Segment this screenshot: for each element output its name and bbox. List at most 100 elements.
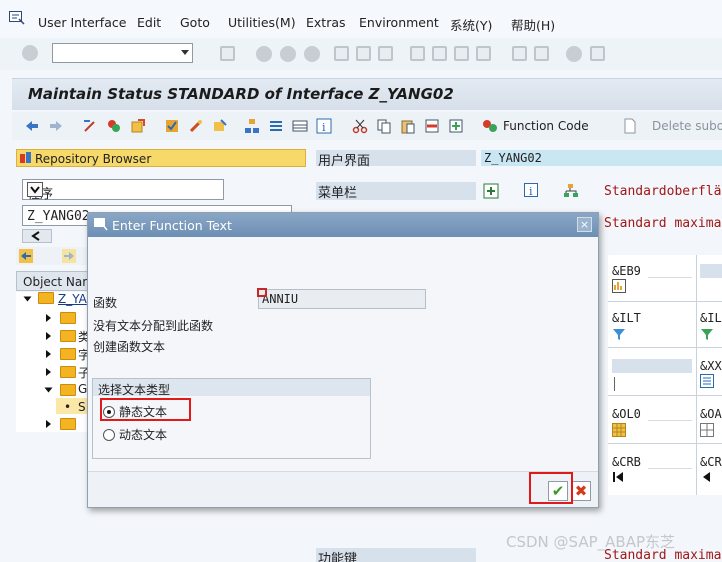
function-code-cell[interactable]: &ILT xyxy=(612,311,641,325)
prev-page-icon[interactable] xyxy=(432,46,447,61)
info-icon[interactable]: i xyxy=(524,183,538,197)
function-code-button[interactable]: Function Code xyxy=(503,119,589,133)
tree-forward-icon[interactable] xyxy=(62,249,76,263)
activate-icon[interactable] xyxy=(188,118,204,134)
dynamic-text-radio[interactable] xyxy=(103,429,115,441)
menu-goto[interactable]: Goto xyxy=(180,15,210,30)
watermark: CSDN @SAP_ABAP东芝 xyxy=(506,533,675,551)
tree-root-node[interactable]: Z_YA xyxy=(58,292,87,306)
insert-line-icon[interactable] xyxy=(448,118,464,134)
tree-collapse-icon[interactable] xyxy=(46,420,51,428)
stack-icon[interactable] xyxy=(268,118,284,134)
info-icon[interactable]: i xyxy=(316,118,332,134)
text-type-group-title: 选择文本类型 xyxy=(98,383,171,397)
find-next-icon[interactable] xyxy=(378,46,393,61)
tree-item[interactable]: S xyxy=(78,400,86,414)
copy-icon[interactable] xyxy=(376,118,392,134)
prev-icon xyxy=(703,472,710,482)
tree-collapse-icon[interactable] xyxy=(46,350,51,358)
folder-icon xyxy=(38,292,54,304)
menu-help[interactable]: 帮助(H) xyxy=(511,15,555,34)
function-code-cell[interactable]: &OA xyxy=(700,407,722,421)
cancel-icon[interactable] xyxy=(304,46,320,62)
function-code-cell[interactable]: &EB9 xyxy=(612,264,641,278)
test-icon[interactable] xyxy=(212,118,228,134)
tree-collapse-icon[interactable] xyxy=(46,314,51,322)
last-page-icon[interactable] xyxy=(476,46,491,61)
menu-utilities[interactable]: Utilities(M) xyxy=(228,15,296,30)
highlight-box xyxy=(100,398,191,421)
tree-collapse-icon[interactable] xyxy=(46,332,51,340)
first-icon xyxy=(613,472,623,482)
dynamic-text-label[interactable]: 动态文本 xyxy=(119,426,167,443)
menu-user-interface[interactable]: User Interface xyxy=(38,15,126,30)
cancel-button[interactable]: ✖ xyxy=(571,481,591,501)
user-interface-label: 用户界面 xyxy=(316,150,476,169)
function-text-cell[interactable] xyxy=(648,455,692,469)
folder-icon xyxy=(60,418,76,430)
check-icon[interactable] xyxy=(164,118,180,134)
object-type-select[interactable]: 程序 xyxy=(22,179,224,202)
new-session-icon[interactable] xyxy=(512,46,527,61)
find-icon[interactable] xyxy=(356,46,371,61)
dialog-footer xyxy=(88,471,598,507)
menu-system[interactable]: 系统(Y) xyxy=(450,15,492,34)
enter-icon[interactable] xyxy=(22,45,38,61)
first-page-icon[interactable] xyxy=(410,46,425,61)
function-code-cell[interactable]: &IL xyxy=(700,311,722,325)
shortcut-icon[interactable] xyxy=(534,46,549,61)
delete-line-icon[interactable] xyxy=(424,118,440,134)
function-code-cell[interactable]: &OL0 xyxy=(612,407,641,421)
delete-subobject-button[interactable]: Delete subob xyxy=(652,119,722,133)
active-inactive-icon[interactable] xyxy=(106,118,122,134)
tree-back-icon[interactable] xyxy=(19,249,33,263)
table-icon[interactable] xyxy=(292,118,308,134)
function-code-cell[interactable]: &CRB xyxy=(612,455,641,469)
close-icon[interactable]: × xyxy=(577,217,592,232)
title-bar: Maintain Status STANDARD of Interface Z_… xyxy=(12,78,722,110)
chevron-down-icon[interactable] xyxy=(181,50,189,55)
print-icon[interactable] xyxy=(334,46,349,61)
save-icon[interactable] xyxy=(220,46,235,61)
cut-icon[interactable] xyxy=(352,118,368,134)
menu-extras[interactable]: Extras xyxy=(306,15,346,30)
help-icon[interactable] xyxy=(566,46,582,62)
paste-icon[interactable] xyxy=(400,118,416,134)
other-object-icon[interactable] xyxy=(130,118,146,134)
object-name-value: Z_YANG02 xyxy=(27,209,90,224)
standard-toolbar xyxy=(0,38,722,70)
function-key-grid: &EB9 &ILT &IL &XX &OL0 &OA &CRB &CR xyxy=(608,255,722,495)
hierarchy-icon[interactable] xyxy=(563,183,579,199)
dialog-title-bar[interactable]: Enter Function Text × xyxy=(88,213,598,237)
function-code-icon[interactable] xyxy=(482,118,498,134)
arrow-right-icon[interactable] xyxy=(48,118,64,134)
tree-expand-icon[interactable] xyxy=(23,296,32,302)
standard-text: Standard maxima xyxy=(604,216,722,231)
sap-menu-icon[interactable] xyxy=(9,11,25,25)
next-page-icon[interactable] xyxy=(454,46,469,61)
display-change-icon[interactable] xyxy=(82,118,98,134)
function-code-input[interactable]: ANNIU xyxy=(257,288,426,309)
function-text-cell[interactable] xyxy=(648,407,692,421)
arrow-left-icon[interactable] xyxy=(24,118,40,134)
back-icon[interactable] xyxy=(256,46,272,62)
exit-icon[interactable] xyxy=(280,46,296,62)
function-code-cell[interactable]: &CR xyxy=(700,455,722,469)
tree-item[interactable]: G xyxy=(78,382,87,396)
menu-edit[interactable]: Edit xyxy=(137,15,161,30)
hierarchy-icon[interactable] xyxy=(244,118,260,134)
tree-collapse-icon[interactable] xyxy=(46,368,51,376)
chevron-down-icon[interactable] xyxy=(27,182,43,197)
repository-browser-button[interactable]: Repository Browser xyxy=(16,149,306,167)
layout-icon[interactable] xyxy=(590,46,605,61)
document-icon[interactable] xyxy=(622,118,638,134)
menu-environment[interactable]: Environment xyxy=(359,15,439,30)
tree-expand-icon[interactable] xyxy=(44,387,53,393)
menu-bar: User Interface Edit Goto Utilities(M) Ex… xyxy=(0,0,722,38)
function-code-cell[interactable]: &XX xyxy=(700,359,722,373)
command-field[interactable] xyxy=(52,43,193,63)
function-text-cell[interactable] xyxy=(648,264,692,278)
scroll-left-button[interactable] xyxy=(22,229,52,243)
expand-menu-icon[interactable] xyxy=(483,183,499,199)
tree-column-header[interactable]: Object Nam xyxy=(16,271,94,291)
